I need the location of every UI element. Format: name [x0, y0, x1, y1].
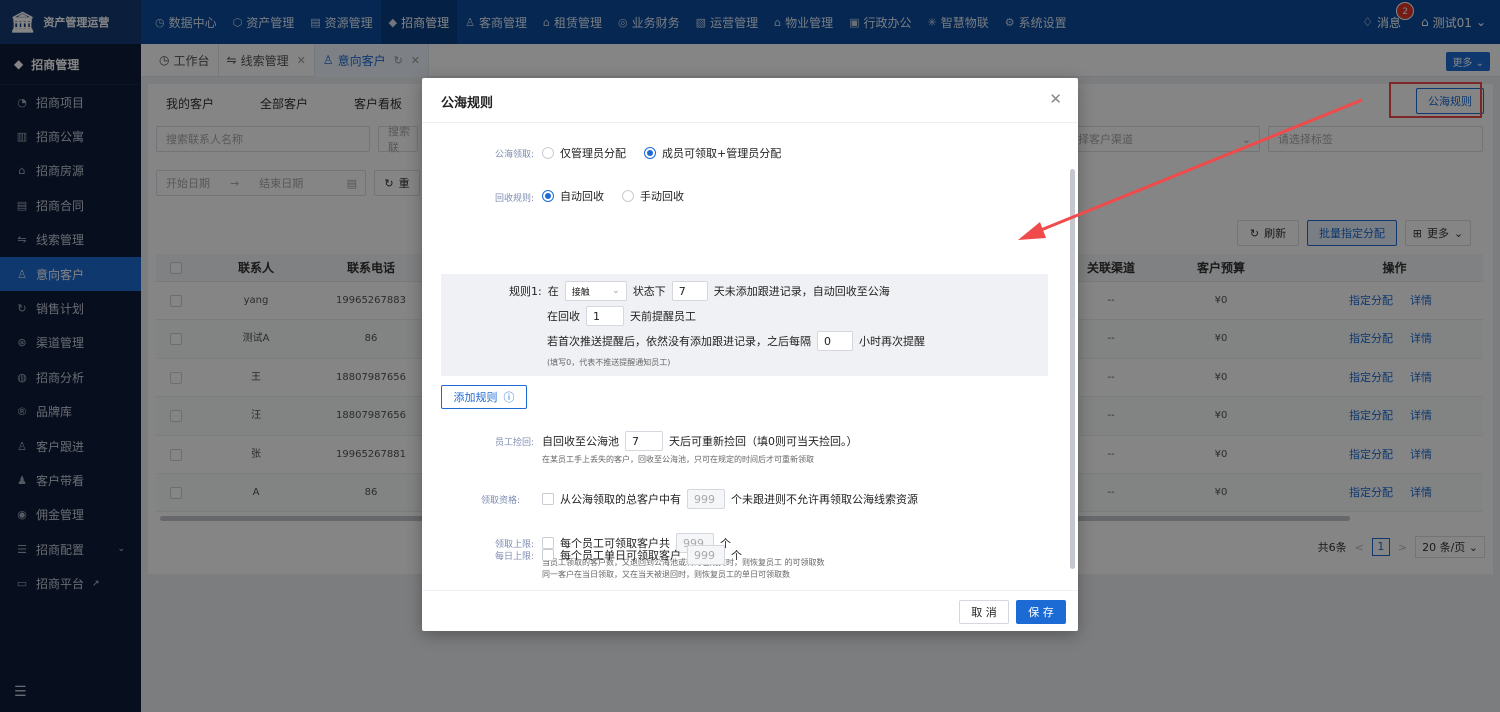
arrow-shaft: [1035, 98, 1363, 234]
arrow-head: [1018, 222, 1046, 240]
annotation-arrow: [1018, 98, 1363, 240]
